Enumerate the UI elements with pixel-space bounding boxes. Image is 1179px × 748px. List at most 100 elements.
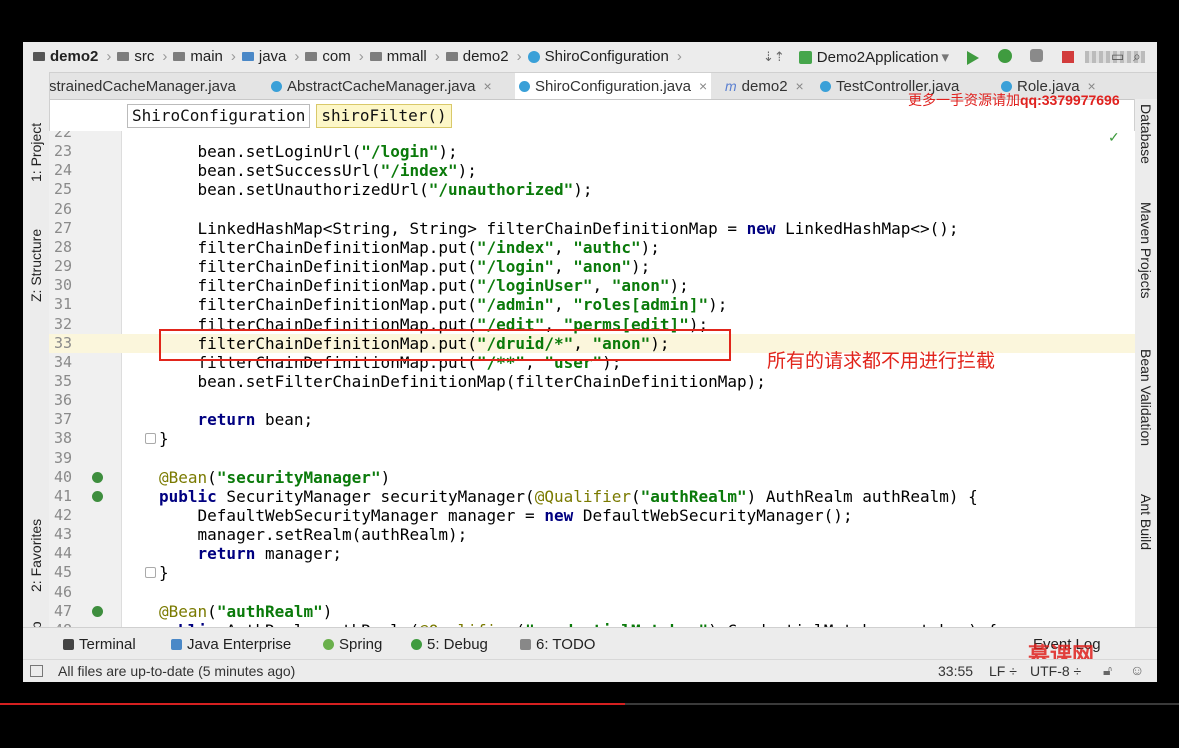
code-line[interactable]: 47 @Bean("authRealm") bbox=[49, 602, 1135, 621]
debug-button[interactable]: 5: Debug bbox=[411, 636, 488, 653]
line-ending[interactable]: LF ÷ bbox=[989, 663, 1017, 679]
line-number: 31 bbox=[54, 295, 73, 314]
method-breadcrumb: ShiroConfiguration shiroFilter() bbox=[127, 104, 458, 128]
breadcrumb-mmall[interactable]: mmall bbox=[369, 48, 427, 65]
code-text: bean.setSuccessUrl("/index"); bbox=[159, 161, 477, 181]
ant-build-panel-button[interactable]: Ant Build bbox=[1138, 494, 1154, 550]
breadcrumb-src[interactable]: src bbox=[117, 48, 154, 65]
code-text: manager.setRealm(authRealm); bbox=[159, 525, 468, 545]
code-line[interactable]: 45} bbox=[49, 563, 1135, 582]
tab-shiro-configuration[interactable]: ShiroConfiguration.java × bbox=[515, 73, 712, 99]
fold-icon[interactable] bbox=[145, 567, 156, 579]
code-line[interactable]: 35 bean.setFilterChainDefinitionMap(filt… bbox=[49, 372, 1135, 391]
line-number: 34 bbox=[54, 352, 73, 371]
package-icon bbox=[369, 52, 382, 61]
breadcrumb-main[interactable]: main bbox=[173, 48, 223, 65]
code-text: public SecurityManager securityManager(@… bbox=[159, 486, 978, 506]
coverage-icon[interactable] bbox=[1030, 49, 1043, 62]
annotation-text: 所有的请求都不用进行拦截 bbox=[767, 351, 996, 372]
favorites-panel-button[interactable]: 2: Favorites bbox=[28, 519, 44, 592]
tab-demo2[interactable]: m demo2 × bbox=[725, 73, 804, 99]
code-line[interactable]: 26 bbox=[49, 200, 1135, 219]
fold-icon[interactable] bbox=[145, 433, 156, 445]
java-enterprise-icon bbox=[171, 639, 182, 650]
java-enterprise-button[interactable]: Java Enterprise bbox=[171, 636, 291, 653]
code-line[interactable]: 44 return manager; bbox=[49, 544, 1135, 563]
spring-button[interactable]: Spring bbox=[323, 636, 382, 653]
run-config-select[interactable]: Demo2Application ▾ bbox=[798, 48, 949, 66]
database-panel-button[interactable]: Database bbox=[1138, 104, 1154, 164]
code-line[interactable]: 28 filterChainDefinitionMap.put("/index"… bbox=[49, 238, 1135, 257]
tool-window-bar: Terminal Java Enterprise Spring 5: Debug… bbox=[23, 627, 1157, 660]
sort-icon[interactable]: ⇣⇡ bbox=[763, 49, 785, 65]
line-number: 37 bbox=[54, 410, 73, 429]
code-line[interactable]: 38} bbox=[49, 429, 1135, 448]
chevron-right-icon: › bbox=[230, 48, 236, 65]
class-icon bbox=[527, 50, 540, 63]
bean-gutter-icon[interactable] bbox=[92, 490, 103, 502]
bean-validation-panel-button[interactable]: Bean Validation bbox=[1138, 349, 1154, 446]
code-line[interactable]: 30 filterChainDefinitionMap.put("/loginU… bbox=[49, 276, 1135, 295]
stop-icon[interactable] bbox=[1062, 51, 1074, 63]
video-progress-track[interactable] bbox=[625, 703, 1179, 705]
close-icon[interactable]: × bbox=[796, 78, 804, 94]
terminal-button[interactable]: Terminal bbox=[63, 636, 136, 653]
code-line[interactable]: 46 bbox=[49, 583, 1135, 602]
code-text: DefaultWebSecurityManager manager = new … bbox=[159, 506, 853, 525]
code-line[interactable]: 22 bbox=[49, 131, 1135, 142]
code-line[interactable]: 23 bean.setLoginUrl("/login"); bbox=[49, 142, 1135, 161]
code-line[interactable]: 36 bbox=[49, 391, 1135, 410]
code-line[interactable]: 37 return bean; bbox=[49, 410, 1135, 429]
panel-toggle-icon[interactable] bbox=[30, 665, 43, 677]
line-number: 43 bbox=[54, 525, 73, 544]
close-icon[interactable]: × bbox=[699, 78, 707, 94]
debug-icon[interactable] bbox=[998, 49, 1012, 63]
code-line[interactable]: 24 bean.setSuccessUrl("/index"); bbox=[49, 161, 1135, 180]
breadcrumb-demo2-package[interactable]: demo2 bbox=[445, 48, 509, 65]
code-text: @Bean("authRealm") bbox=[159, 601, 333, 621]
maven-panel-button[interactable]: Maven Projects bbox=[1138, 202, 1154, 298]
layout-icon[interactable]: ▭ bbox=[1111, 48, 1124, 65]
right-tool-strip: Database Maven Projects Bean Validation … bbox=[1134, 99, 1157, 627]
breadcrumb-demo2[interactable]: demo2 bbox=[33, 48, 98, 65]
caret-position[interactable]: 33:55 bbox=[938, 663, 973, 679]
code-line[interactable]: 39 bbox=[49, 449, 1135, 468]
line-number: 26 bbox=[54, 199, 73, 218]
video-progress-bar[interactable] bbox=[0, 703, 625, 705]
code-editor[interactable]: ✓ 22 23 bean.setLoginUrl("/login"); 24 bea… bbox=[49, 131, 1135, 627]
project-panel-button[interactable]: 1: Project bbox=[28, 123, 44, 182]
breadcrumb-com[interactable]: com bbox=[305, 48, 351, 65]
line-number: 45 bbox=[54, 563, 73, 582]
close-icon[interactable]: × bbox=[483, 78, 491, 94]
method-crumb[interactable]: shiroFilter() bbox=[316, 104, 452, 128]
code-text: } bbox=[159, 429, 169, 449]
search-icon[interactable]: ⌕ bbox=[1133, 48, 1141, 65]
tab-constrained-cache-manager[interactable]: strainedCacheManager.java bbox=[49, 73, 236, 99]
bean-gutter-icon[interactable] bbox=[92, 605, 103, 617]
code-line[interactable]: 41 public SecurityManager securityManager… bbox=[49, 487, 1135, 506]
class-crumb[interactable]: ShiroConfiguration bbox=[127, 104, 311, 128]
structure-panel-button[interactable]: Z: Structure bbox=[28, 229, 44, 302]
bean-gutter-icon[interactable] bbox=[92, 471, 103, 483]
code-line[interactable]: 31 filterChainDefinitionMap.put("/admin"… bbox=[49, 295, 1135, 314]
code-line[interactable]: 42 DefaultWebSecurityManager manager = n… bbox=[49, 506, 1135, 525]
code-line[interactable]: 25 bean.setUnauthorizedUrl("/unauthorize… bbox=[49, 180, 1135, 199]
file-encoding[interactable]: UTF-8 ÷ bbox=[1030, 663, 1081, 679]
tab-abstract-cache-manager[interactable]: AbstractCacheManager.java × bbox=[271, 73, 492, 99]
lock-icon[interactable]: 🔓︎ bbox=[1103, 662, 1112, 679]
inspector-icon[interactable]: ☺ bbox=[1130, 662, 1144, 678]
code-line[interactable]: 27 LinkedHashMap<String, String> filterC… bbox=[49, 219, 1135, 238]
breadcrumb-class[interactable]: ShiroConfiguration bbox=[527, 48, 669, 65]
code-line[interactable]: 29 filterChainDefinitionMap.put("/login"… bbox=[49, 257, 1135, 276]
code-line[interactable]: 40 @Bean("securityManager") bbox=[49, 468, 1135, 487]
breadcrumb: demo2 › src › main › java › com › mmall › demo… bbox=[33, 48, 688, 65]
todo-button[interactable]: 6: TODO bbox=[520, 636, 595, 653]
code-text: bean.setFilterChainDefinitionMap(filterC… bbox=[159, 371, 766, 391]
status-message: All files are up-to-date (5 minutes ago) bbox=[58, 663, 296, 679]
code-line[interactable]: 43 manager.setRealm(authRealm); bbox=[49, 525, 1135, 544]
chevron-right-icon: › bbox=[434, 48, 440, 65]
breadcrumb-java[interactable]: java bbox=[241, 48, 286, 65]
line-number: 28 bbox=[54, 237, 73, 256]
run-configuration[interactable]: ⇣⇡ Demo2Application ▾ bbox=[763, 48, 949, 67]
run-icon[interactable] bbox=[967, 51, 979, 65]
